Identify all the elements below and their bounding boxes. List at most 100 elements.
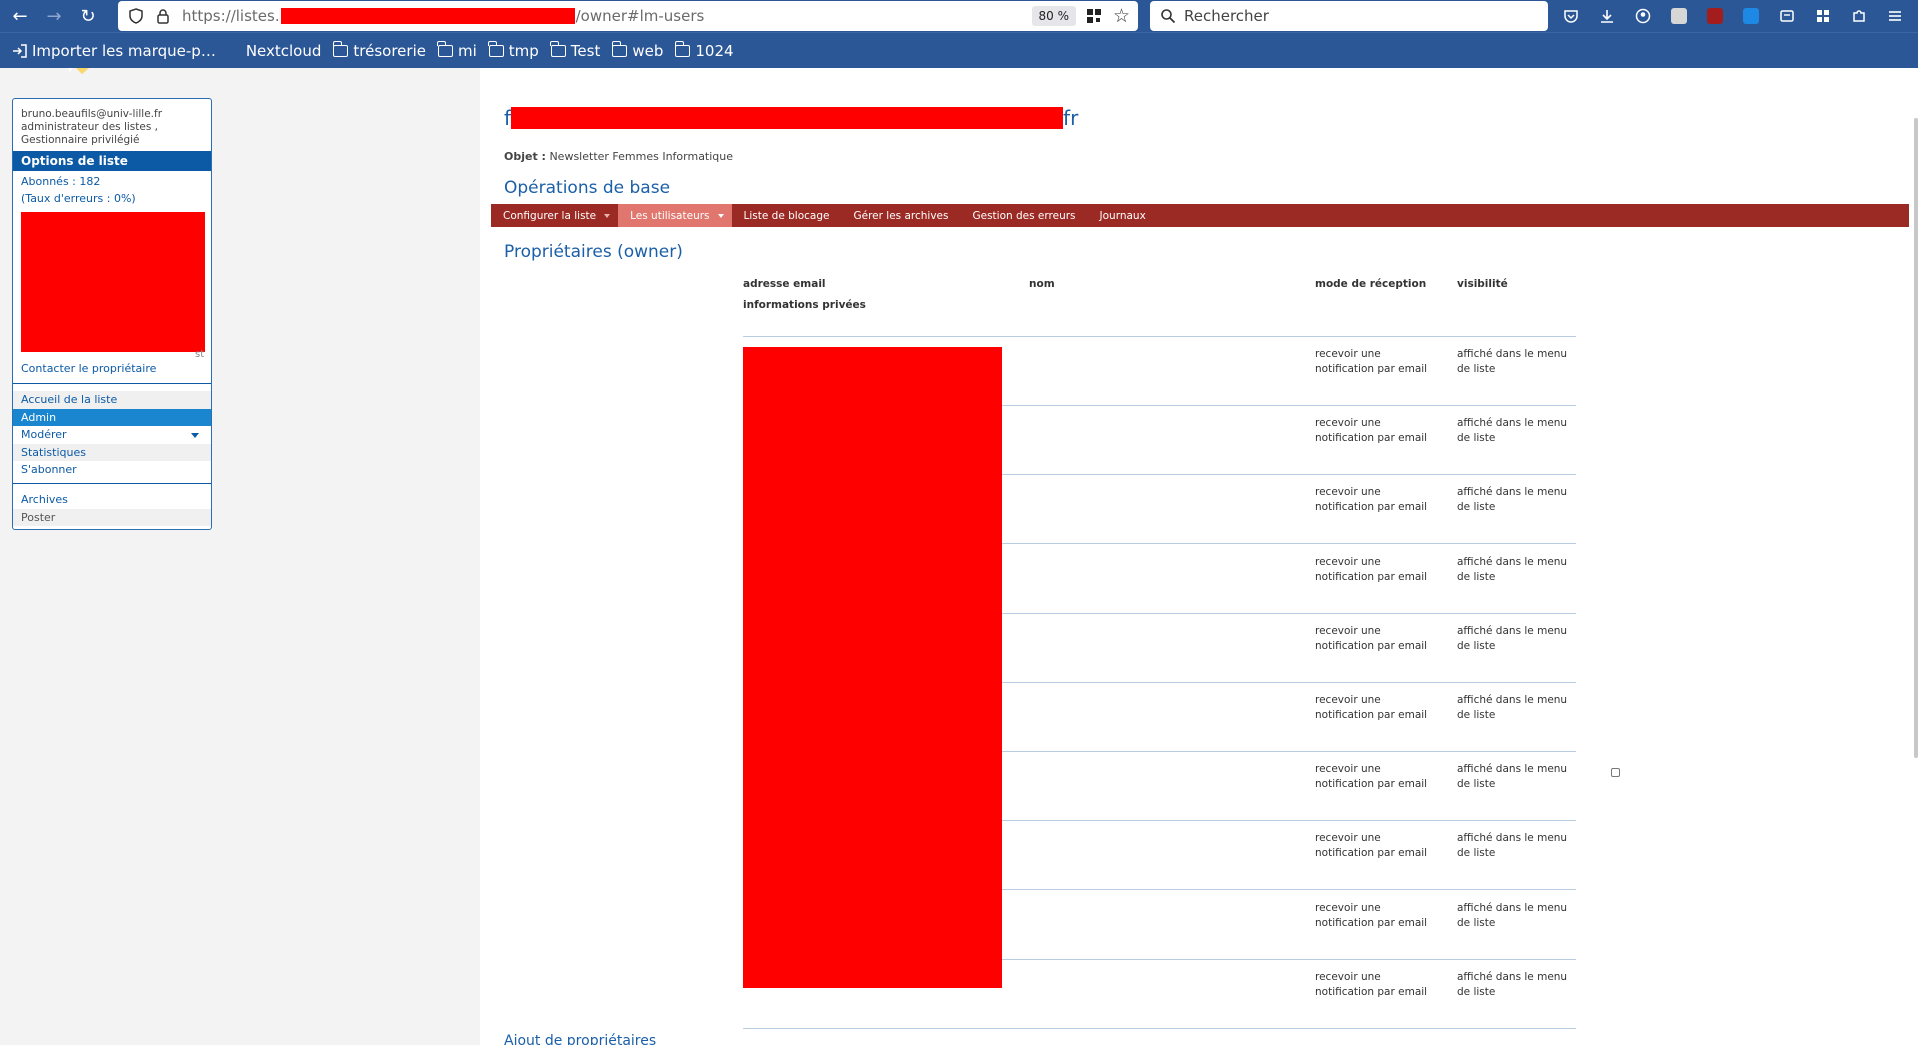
user-info: bruno.beaufils@univ-lille.fr administrat… [13,99,211,151]
error-rate-link[interactable]: (Taux d'erreurs : 0%) [13,190,211,207]
search-placeholder: Rechercher [1184,7,1269,25]
reception-mode-cell: recevoir une notification par email [1315,694,1428,721]
sidebar-item-s-abonner[interactable]: S'abonner [13,461,211,479]
subscribers-link[interactable]: Abonnés : 182 [13,173,211,190]
back-arrow-icon[interactable]: ← [6,2,34,30]
bookmark-item[interactable]: Test [550,40,600,60]
owners-heading: Propriétaires (owner) [504,242,683,262]
ublock-icon[interactable] [1702,4,1728,28]
sidebar-redaction [21,212,205,352]
bookmark-item[interactable]: tmp [488,40,539,60]
sidebar-item-archives[interactable]: Archives [13,491,211,509]
zoom-level-badge[interactable]: 80 % [1031,6,1076,26]
reload-icon[interactable]: ↻ [74,2,102,30]
column-header-visibility: visibilité [1457,278,1508,290]
address-bar[interactable]: https://listes. /owner#lm-users 80 % ☆ [118,1,1138,31]
page-scrollbar[interactable] [1914,118,1918,758]
forward-arrow-icon[interactable]: → [40,2,68,30]
qr-code-icon[interactable] [1086,8,1102,24]
list-title-prefix: f [504,106,512,130]
url-redaction [280,8,575,24]
user-role-secondary: Gestionnaire privilégié [21,134,140,146]
bookmark-item[interactable]: Importer les marque-p… [12,42,216,60]
sidebar-item-statistiques[interactable]: Statistiques [13,443,211,461]
bookmark-item[interactable]: mi [437,40,477,60]
download-icon[interactable] [1594,4,1620,28]
sidebar-item-mod-rer[interactable]: Modérer [13,426,211,444]
menu-item-label: Gestion des erreurs [972,209,1076,222]
containers-icon[interactable] [1810,4,1836,28]
bookmark-star-icon[interactable]: ☆ [1113,5,1130,27]
column-header-email: adresse email [743,278,826,290]
user-role: administrateur des listes , [21,121,159,133]
visibility-cell: affiché dans le menu de liste [1457,486,1568,514]
site-logo[interactable] [12,68,132,100]
sidebar-divider [13,383,211,384]
bookmarks-toolbar: Importer les marque-p… Nextcloud trésoreri… [0,32,1918,68]
visibility-cell: affiché dans le menu de liste [1457,901,1568,929]
bookmark-label: mi [457,41,477,60]
hamburger-menu-icon[interactable] [1882,4,1908,28]
menu-item-1[interactable]: Les utilisateurs [618,204,732,227]
url-text[interactable]: https://listes. /owner#lm-users [182,7,704,25]
extensions-puzzle-icon[interactable] [1846,4,1872,28]
page-content: bruno.beaufils@univ-lille.fr administrat… [0,68,1918,1045]
bookmark-item[interactable]: 1024 [674,40,734,60]
folder-icon [488,40,504,57]
column-header-private-info: informations privées [743,299,866,311]
column-header-reception: mode de réception [1315,278,1427,290]
menu-item-5[interactable]: Journaux [1088,204,1158,227]
search-bar[interactable]: Rechercher [1150,1,1548,31]
menu-item-4[interactable]: Gestion des erreurs [960,204,1087,227]
menu-item-label: Configurer la liste [503,209,597,222]
reception-mode-cell: recevoir une notification par email [1315,348,1428,375]
bookmark-label: trésorerie [353,41,426,60]
row-checkbox[interactable] [1611,768,1620,778]
extension-screen-icon[interactable] [1666,4,1692,28]
reader-icon[interactable] [1774,4,1800,28]
menu-item-label: Gérer les archives [853,209,949,222]
sidebar-item-label: S'abonner [21,463,77,476]
pocket-icon[interactable] [1558,4,1584,28]
menu-item-2[interactable]: Liste de blocage [732,204,842,227]
sidebar-item-label: Admin [21,410,57,424]
menu-item-label: Journaux [1099,209,1146,222]
sidebar-item-admin[interactable]: Admin [13,408,211,426]
reception-mode-cell: recevoir une notification par email [1315,763,1428,791]
menu-item-label: Liste de blocage [743,209,830,222]
list-subject: Objet : Newsletter Femmes Informatique [504,150,733,163]
contact-owner-link[interactable]: Contacter le propriétaire [13,360,211,377]
account-icon[interactable] [1630,4,1656,28]
visibility-cell: affiché dans le menu de liste [1457,417,1568,445]
reception-mode-cell: recevoir une notification par email [1315,901,1428,929]
bookmark-label: Nextcloud [245,41,322,60]
list-title-redaction [511,107,1064,129]
bookmark-item[interactable]: Nextcloud [246,42,322,60]
list-title: f fr [504,106,1078,130]
menu-item-3[interactable]: Gérer les archives [841,204,960,227]
list-options-panel: bruno.beaufils@univ-lille.fr administrat… [12,98,212,530]
chevron-down-icon[interactable] [191,433,199,438]
folder-icon [550,40,566,57]
bookmark-label: web [632,41,664,60]
sidebar-item-label: Accueil de la liste [21,393,118,406]
subject-label: Objet : [504,150,546,163]
import-icon [13,43,27,58]
bookmark-item[interactable]: trésorerie [332,40,426,60]
sidebar-item-accueil-de-la-liste[interactable]: Accueil de la liste [13,391,211,409]
extension-s-icon[interactable] [1738,4,1764,28]
bookmark-item[interactable]: web [611,40,664,60]
url-suffix: /owner#lm-users [575,7,705,25]
visibility-cell: affiché dans le menu de liste [1457,970,1568,998]
chevron-down-icon [604,214,611,218]
menu-item-0[interactable]: Configurer la liste [491,204,618,227]
reception-mode-cell: recevoir une notification par email [1315,486,1428,514]
tracking-shield-icon[interactable] [128,8,144,24]
folder-icon [437,40,453,57]
reception-mode-cell: recevoir une notification par email [1315,417,1428,445]
list-options-heading: Options de liste [13,151,211,171]
sidebar-item-post[interactable]: Poster [13,508,211,526]
bookmark-label: tmp [508,41,539,60]
lock-icon[interactable] [156,8,170,24]
bookmark-label: 1024 [695,41,734,60]
